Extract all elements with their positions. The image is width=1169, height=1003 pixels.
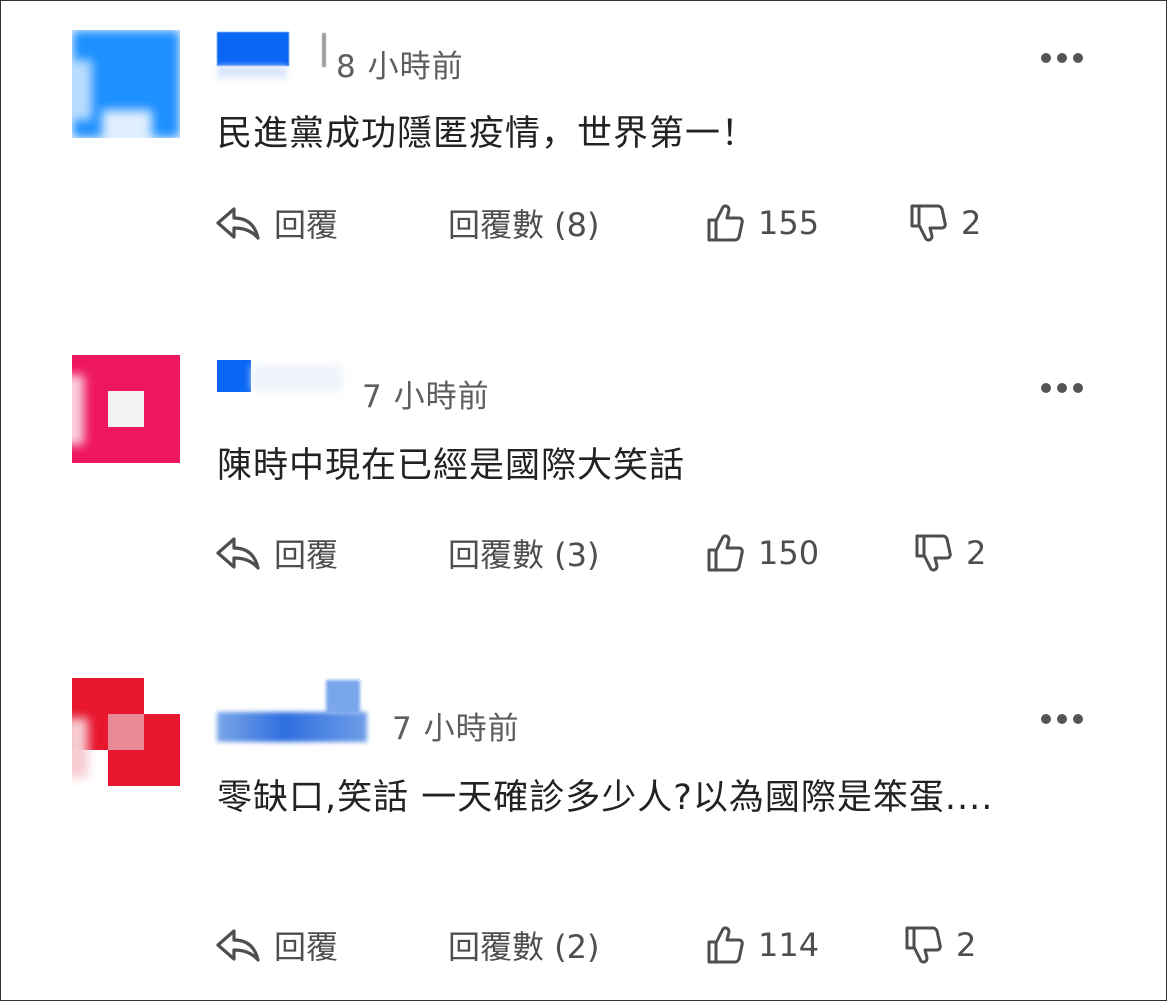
avatar[interactable]: [72, 30, 180, 138]
username-redacted: [217, 66, 287, 78]
more-dots-icon[interactable]: [1041, 382, 1083, 394]
comment-actions: 回覆 回覆數 (3) 150 2: [214, 528, 1014, 578]
reply-button[interactable]: 回覆: [214, 528, 338, 578]
more-dots-icon[interactable]: [1041, 52, 1083, 64]
reply-arrow-icon: [216, 207, 260, 240]
reply-count-label: 回覆數 (8): [448, 206, 600, 244]
username-redacted: [326, 680, 360, 714]
dislike-count: 2: [966, 534, 987, 572]
dislike-count: 2: [961, 204, 982, 242]
username-redacted: [252, 365, 342, 391]
like-button[interactable]: 155: [706, 198, 819, 248]
reply-label: 回覆: [274, 206, 339, 244]
username-redacted[interactable]: [217, 712, 367, 742]
comment-time: 8 小時前: [336, 49, 464, 85]
username-redacted[interactable]: [217, 32, 289, 66]
thumbs-up-icon: [707, 926, 744, 964]
like-button[interactable]: 150: [706, 528, 819, 578]
like-count: 114: [758, 926, 820, 964]
like-count: 155: [758, 204, 820, 242]
avatar[interactable]: [72, 355, 180, 463]
reply-label: 回覆: [274, 536, 339, 574]
comment-actions: 回覆 回覆數 (8) 155 2: [214, 198, 1014, 248]
reply-arrow-icon: [216, 537, 260, 570]
comment-time: 7 小時前: [362, 379, 490, 415]
dislike-button[interactable]: 2: [914, 528, 986, 578]
comment-text: 陳時中現在已經是國際大笑話: [217, 446, 686, 486]
username-redacted[interactable]: [217, 360, 251, 392]
more-dots-icon[interactable]: [1041, 713, 1083, 725]
thumbs-down-icon: [910, 204, 947, 242]
reply-count-label: 回覆數 (3): [448, 536, 600, 574]
dislike-button[interactable]: 2: [909, 198, 981, 248]
comment-text: 民進黨成功隱匿疫情，世界第一！: [217, 114, 758, 154]
dislike-count: 2: [956, 926, 977, 964]
view-replies-button[interactable]: 回覆數 (3): [448, 528, 600, 578]
like-count: 150: [758, 534, 820, 572]
like-button[interactable]: 114: [706, 920, 819, 970]
reply-count-label: 回覆數 (2): [448, 928, 600, 966]
reply-arrow-icon: [216, 929, 260, 962]
dislike-button[interactable]: 2: [904, 920, 976, 970]
comment-time: 7 小時前: [392, 711, 520, 747]
view-replies-button[interactable]: 回覆數 (8): [448, 198, 600, 248]
comment-actions: 回覆 回覆數 (2) 114 2: [214, 920, 1014, 970]
thumbs-up-icon: [707, 534, 744, 572]
avatar[interactable]: [72, 678, 180, 786]
reply-button[interactable]: 回覆: [214, 920, 338, 970]
username-redacted: [322, 33, 326, 67]
comment-text: 零缺口,笑話 一天確診多少人?以為國際是笨蛋....: [217, 778, 994, 818]
reply-button[interactable]: 回覆: [214, 198, 338, 248]
thumbs-up-icon: [707, 204, 744, 242]
thumbs-down-icon: [905, 926, 942, 964]
reply-label: 回覆: [274, 928, 339, 966]
view-replies-button[interactable]: 回覆數 (2): [448, 920, 600, 970]
thumbs-down-icon: [915, 534, 952, 572]
